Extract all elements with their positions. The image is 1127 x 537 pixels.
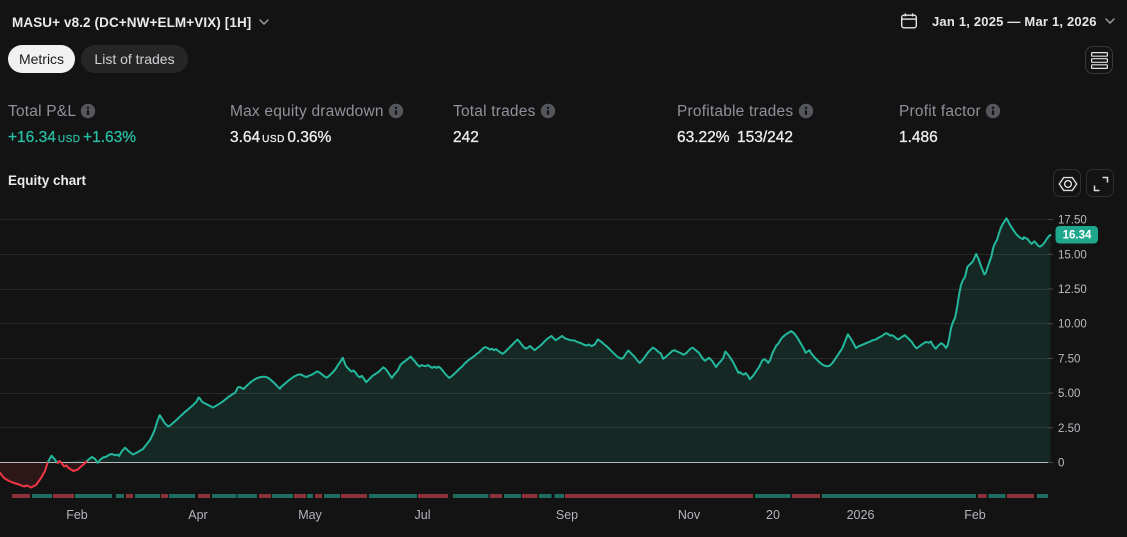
svg-text:Feb: Feb — [66, 508, 88, 522]
svg-text:7.50: 7.50 — [1058, 353, 1080, 365]
svg-text:0: 0 — [1058, 458, 1064, 470]
svg-text:2026: 2026 — [847, 508, 875, 522]
svg-text:Sep: Sep — [556, 508, 578, 522]
svg-text:Nov: Nov — [678, 508, 701, 522]
svg-text:Feb: Feb — [964, 508, 986, 522]
svg-text:Jul: Jul — [415, 508, 431, 522]
svg-text:20: 20 — [766, 508, 780, 522]
svg-text:16.34: 16.34 — [1063, 230, 1092, 242]
svg-text:10.00: 10.00 — [1058, 319, 1087, 331]
svg-text:12.50: 12.50 — [1058, 284, 1087, 296]
svg-text:5.00: 5.00 — [1058, 388, 1080, 400]
svg-text:May: May — [298, 508, 322, 522]
svg-text:Apr: Apr — [188, 508, 207, 522]
svg-text:17.50: 17.50 — [1058, 215, 1087, 227]
svg-text:15.00: 15.00 — [1058, 249, 1087, 261]
svg-text:2.50: 2.50 — [1058, 423, 1080, 435]
